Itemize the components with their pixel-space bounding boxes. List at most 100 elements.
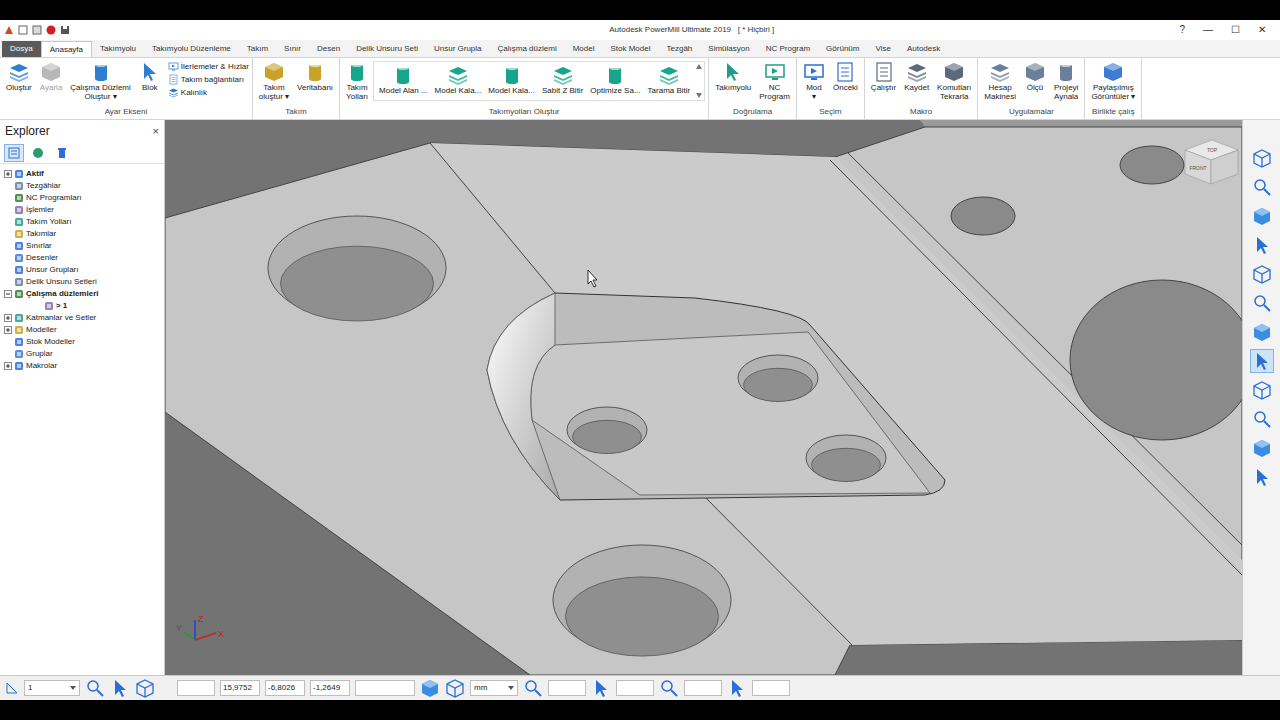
quick-access-icon[interactable]	[32, 25, 42, 35]
tree-item[interactable]: Modeller	[4, 324, 164, 336]
ribbon-button[interactable]: ProjeyiAynala	[1051, 61, 1081, 101]
ribbon-tab[interactable]: Çalışma düzlemi	[490, 41, 565, 57]
tree-item[interactable]: Sınırlar	[4, 240, 164, 252]
ribbon-tab[interactable]: Sınır	[276, 41, 309, 57]
units-select[interactable]: mm	[470, 680, 518, 696]
expand-icon[interactable]	[4, 362, 12, 370]
gallery-up-icon[interactable]	[696, 64, 702, 69]
ribbon-button[interactable]: Önceki	[830, 61, 861, 92]
view-tool-button[interactable]	[1250, 204, 1274, 228]
coordinate-field[interactable]: -6,8026	[265, 680, 305, 696]
ribbon-button[interactable]: PaylaşılmışGörüntüler ▾	[1088, 61, 1138, 101]
explorer-view-button[interactable]	[28, 144, 48, 162]
ribbon-tab[interactable]: NC Program	[758, 41, 818, 57]
ribbon-button[interactable]: HesapMakinesi	[981, 61, 1019, 101]
status-field[interactable]	[616, 680, 654, 696]
tree-item[interactable]: Takımlar	[4, 228, 164, 240]
view-tool-button[interactable]	[1250, 349, 1274, 373]
status-field[interactable]	[355, 680, 415, 696]
view-tool-button[interactable]	[1250, 146, 1274, 170]
ribbon-tab[interactable]: Takımyolu Düzenleme	[144, 41, 239, 57]
status-field[interactable]	[548, 680, 586, 696]
ribbon-button[interactable]: Kaydet	[901, 61, 932, 92]
ribbon-button[interactable]: Model Kala...	[485, 64, 538, 95]
window-control[interactable]: ?	[1179, 24, 1185, 36]
collapse-icon[interactable]	[4, 290, 12, 298]
window-control[interactable]: ✕	[1258, 24, 1266, 36]
ribbon-button[interactable]: NCProgram	[756, 61, 793, 101]
ribbon-small-button[interactable]: Kalınlık	[168, 87, 249, 98]
view-tool-button[interactable]	[1250, 436, 1274, 460]
save-icon[interactable]	[60, 25, 70, 35]
ribbon-tab[interactable]: Takımyolu	[92, 41, 144, 57]
ribbon-button[interactable]: Sabit Z Bitir	[539, 64, 586, 95]
view-tool-button[interactable]	[1250, 465, 1274, 489]
ribbon-tab[interactable]: Simülasyon	[700, 41, 757, 57]
ribbon-button[interactable]: Optimize Sa...	[587, 64, 643, 95]
viewport-area[interactable]: TOPFRONTZXY	[165, 120, 1242, 675]
tree-item[interactable]: Gruplar	[4, 348, 164, 360]
coordinate-field[interactable]: -1,2649	[310, 680, 350, 696]
tree-item[interactable]: Katmanlar ve Setler	[4, 312, 164, 324]
tree-item[interactable]: Tezgâhlar	[4, 180, 164, 192]
close-project-icon[interactable]	[46, 25, 56, 35]
ribbon-button[interactable]: Ölçü	[1021, 61, 1049, 92]
view-tool-button[interactable]	[1250, 233, 1274, 257]
tree-item[interactable]: Çalışma düzlemleri	[4, 288, 164, 300]
status-field[interactable]	[752, 680, 790, 696]
tree-item[interactable]: Stok Modeller	[4, 336, 164, 348]
ribbon-tab[interactable]: Unsur Grupla	[426, 41, 490, 57]
tree-item[interactable]: İşlemler	[4, 204, 164, 216]
view-tool-button[interactable]	[1250, 175, 1274, 199]
view-tool-button[interactable]	[1250, 262, 1274, 286]
explorer-view-button[interactable]	[52, 144, 72, 162]
ribbon-tab[interactable]: Stok Model	[602, 41, 658, 57]
expand-icon[interactable]	[4, 326, 12, 334]
ribbon-button[interactable]: Mod▾	[800, 61, 828, 101]
ribbon-tab[interactable]: Anasayfa	[41, 41, 92, 57]
coordinate-field[interactable]: 15,9752	[220, 680, 260, 696]
expand-icon[interactable]	[4, 170, 12, 178]
ribbon-button[interactable]: KomutlarıTekrarla	[934, 61, 974, 101]
ribbon-button[interactable]: TakımYolları	[343, 61, 371, 101]
view-tool-button[interactable]	[1250, 407, 1274, 431]
view-tool-button[interactable]	[1250, 320, 1274, 344]
tree-item[interactable]: Unsur Grupları	[4, 264, 164, 276]
ribbon-button[interactable]: Çalışma DüzlemiOluştur ▾	[67, 61, 133, 101]
explorer-close[interactable]: ×	[153, 123, 159, 140]
explorer-view-button[interactable]	[4, 144, 24, 162]
tree-item[interactable]: Takım Yolları	[4, 216, 164, 228]
tree-item[interactable]: >1	[4, 300, 164, 312]
workplane-select[interactable]: 1	[24, 680, 80, 696]
ribbon-tab[interactable]: Tezgâh	[659, 41, 701, 57]
ribbon-button[interactable]: Model Kala...	[432, 64, 485, 95]
tree-item[interactable]: Aktif	[4, 168, 164, 180]
ribbon-tab[interactable]: Vise	[867, 41, 898, 57]
gallery-down-icon[interactable]	[696, 93, 702, 98]
window-control[interactable]: ☐	[1231, 24, 1240, 36]
ribbon-tab[interactable]: Desen	[309, 41, 348, 57]
model-viewport[interactable]: TOPFRONTZXY	[165, 120, 1242, 675]
ribbon-button[interactable]: Tarama Bitir	[645, 64, 694, 95]
ribbon-tab[interactable]: Delik Unsuru Seti	[348, 41, 426, 57]
tree-item[interactable]: Desenler	[4, 252, 164, 264]
status-field[interactable]	[684, 680, 722, 696]
ribbon-tab[interactable]: Görünüm	[818, 41, 867, 57]
ribbon-button[interactable]: Model Alan ...	[376, 64, 430, 95]
ribbon-small-button[interactable]: İlerlemeler & Hızlar	[168, 61, 249, 72]
expand-icon[interactable]	[4, 314, 12, 322]
tree-item[interactable]: NC Programları	[4, 192, 164, 204]
ribbon-tab[interactable]: Model	[565, 41, 603, 57]
ribbon-button[interactable]: Çalıştır	[868, 61, 899, 92]
view-tool-button[interactable]	[1250, 291, 1274, 315]
ribbon-tab[interactable]: Autodesk	[899, 41, 948, 57]
quick-access-icon[interactable]	[18, 25, 28, 35]
view-cube[interactable]: TOPFRONT	[1185, 140, 1238, 184]
ribbon-button[interactable]: Takımoluştur ▾	[256, 61, 292, 101]
ribbon-button[interactable]: Blok	[136, 61, 164, 92]
ribbon-tab[interactable]: Takım	[239, 41, 276, 57]
status-field[interactable]	[177, 680, 215, 696]
ribbon-button[interactable]: Ayarla	[37, 61, 66, 92]
tree-item[interactable]: Makrolar	[4, 360, 164, 372]
view-tool-button[interactable]	[1250, 378, 1274, 402]
